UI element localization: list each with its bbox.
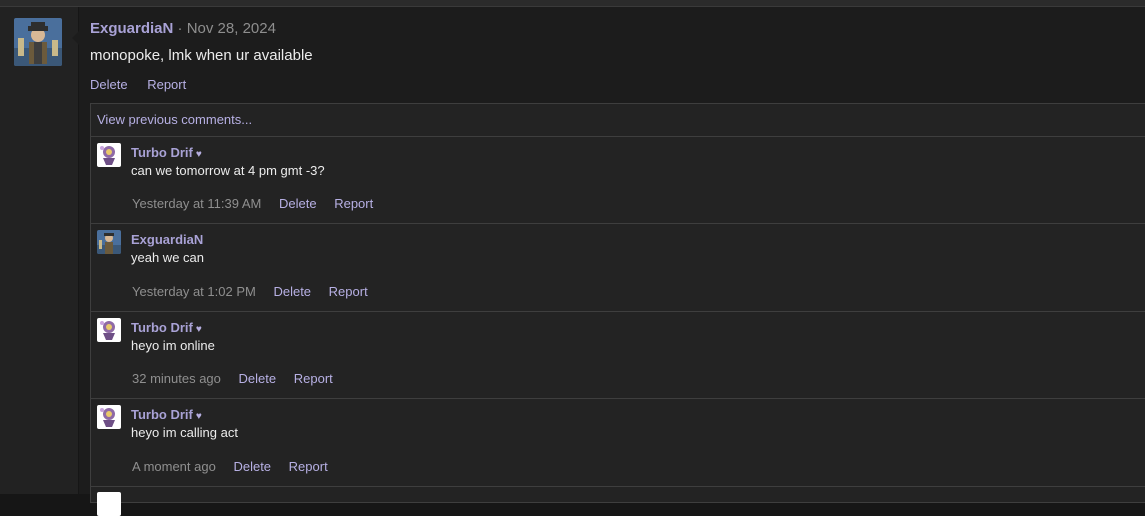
heart-icon: ♥ <box>195 411 202 422</box>
report-button[interactable]: Report <box>329 284 368 299</box>
delete-button[interactable]: Delete <box>239 371 277 386</box>
comment-timestamp[interactable]: A moment ago <box>132 459 216 474</box>
pokemon-avatar-icon <box>97 143 121 167</box>
user-avatar-icon <box>97 230 121 254</box>
avatar[interactable] <box>14 18 62 66</box>
delete-button[interactable]: Delete <box>90 77 128 92</box>
heart-icon: ♥ <box>195 324 202 335</box>
report-button[interactable]: Report <box>334 196 373 211</box>
list-item: ExguardiaN yeah we can Yesterday at 1:02… <box>91 224 1145 312</box>
report-button[interactable]: Report <box>147 77 186 92</box>
report-button[interactable]: Report <box>294 371 333 386</box>
post-body: monopoke, lmk when ur available <box>90 47 313 64</box>
delete-button[interactable]: Delete <box>279 196 317 211</box>
comment-author-name[interactable]: Turbo Drif <box>131 145 193 160</box>
profile-post: ExguardiaN · Nov 28, 2024 monopoke, lmk … <box>79 7 1145 516</box>
list-item: Turbo Drif ♥ heyo im calling act A moment… <box>91 399 1145 487</box>
comment-author[interactable]: Turbo Drif ♥ <box>131 145 202 160</box>
heart-icon: ♥ <box>195 149 202 160</box>
comment-timestamp[interactable]: Yesterday at 11:39 AM <box>132 196 261 211</box>
comment-meta: Yesterday at 11:39 AM Delete Report <box>132 196 387 211</box>
user-avatar-icon <box>14 18 62 66</box>
comment-timestamp[interactable]: Yesterday at 1:02 PM <box>132 284 256 299</box>
avatar[interactable] <box>97 318 121 342</box>
report-button[interactable]: Report <box>289 459 328 474</box>
avatar[interactable] <box>97 405 121 429</box>
comment-author[interactable]: ExguardiaN <box>131 232 203 247</box>
post-actions: Delete Report <box>90 77 202 92</box>
view-previous-comments-link[interactable]: View previous comments... <box>91 104 1145 137</box>
comment-meta: Yesterday at 1:02 PM Delete Report <box>132 284 382 299</box>
list-item: Turbo Drif ♥ can we tomorrow at 4 pm gmt … <box>91 137 1145 224</box>
comment-meta: 32 minutes ago Delete Report <box>132 371 347 386</box>
user-avatar-icon <box>97 492 121 516</box>
comment-meta: A moment ago Delete Report <box>132 459 342 474</box>
comment-text: yeah we can <box>131 250 204 265</box>
comment-author-name[interactable]: ExguardiaN <box>131 232 203 247</box>
comment-text: heyo im online <box>131 338 215 353</box>
comment-author[interactable]: Turbo Drif ♥ <box>131 407 202 422</box>
comment-author[interactable]: Turbo Drif ♥ <box>131 320 202 335</box>
comment-author-name[interactable]: Turbo Drif <box>131 407 193 422</box>
comment-timestamp[interactable]: 32 minutes ago <box>132 371 221 386</box>
list-item <box>91 487 1145 516</box>
top-divider <box>0 0 1145 7</box>
comment-author-name[interactable]: Turbo Drif <box>131 320 193 335</box>
delete-button[interactable]: Delete <box>273 284 311 299</box>
post-sidebar <box>0 7 80 494</box>
avatar[interactable] <box>97 230 121 254</box>
post-header: ExguardiaN · Nov 28, 2024 <box>90 20 276 37</box>
comments-list: View previous comments... Turbo Drif ♥ ca… <box>90 103 1145 516</box>
post-author[interactable]: ExguardiaN <box>90 20 173 37</box>
post-separator: · <box>177 20 183 37</box>
list-item: Turbo Drif ♥ heyo im online 32 minutes ag… <box>91 312 1145 399</box>
pokemon-avatar-icon <box>97 405 121 429</box>
pokemon-avatar-icon <box>97 318 121 342</box>
comment-text: heyo im calling act <box>131 425 238 440</box>
avatar[interactable] <box>97 492 121 516</box>
delete-button[interactable]: Delete <box>233 459 271 474</box>
post-date[interactable]: Nov 28, 2024 <box>187 20 276 37</box>
avatar[interactable] <box>97 143 121 167</box>
comment-text: can we tomorrow at 4 pm gmt -3? <box>131 163 325 178</box>
